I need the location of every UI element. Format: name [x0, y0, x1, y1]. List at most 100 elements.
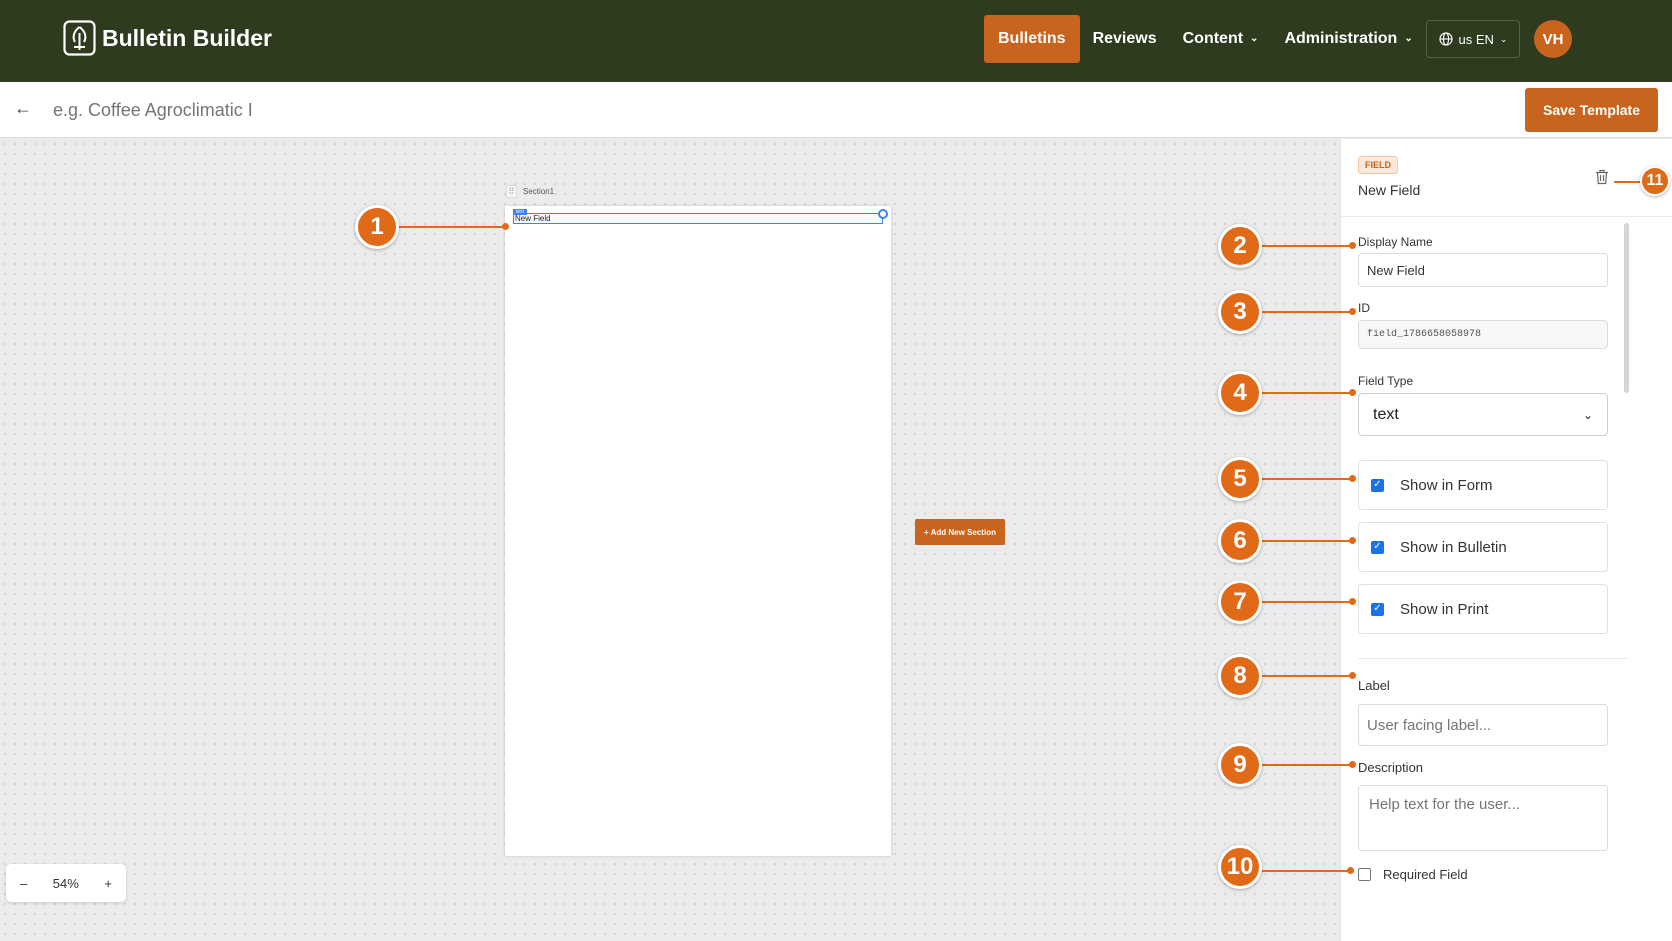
- nav-content-label: Content: [1182, 30, 1244, 47]
- show-in-print-option[interactable]: ✓ Show in Print: [1358, 584, 1608, 634]
- required-field-option[interactable]: Required Field: [1358, 867, 1468, 882]
- callout-9: 9: [1218, 743, 1262, 787]
- zoom-level: 54%: [52, 875, 79, 891]
- callout-10-line: [1262, 870, 1350, 872]
- id-field[interactable]: [1358, 320, 1608, 349]
- editor-toolbar: ← Save Template: [0, 82, 1672, 138]
- callout-1-line: [399, 226, 505, 228]
- template-name-input[interactable]: [53, 95, 553, 125]
- nav-reviews-label: Reviews: [1092, 30, 1157, 47]
- callout-1: 1: [355, 205, 399, 249]
- trash-icon[interactable]: [1595, 169, 1609, 185]
- display-name-field[interactable]: [1358, 253, 1608, 287]
- section-title: Section1: [523, 187, 555, 196]
- nav-bulletins[interactable]: Bulletins: [984, 15, 1080, 63]
- callout-3-number: 3: [1233, 298, 1247, 325]
- callout-9-dot: [1349, 761, 1356, 768]
- language-selector[interactable]: us EN ⌄: [1426, 20, 1520, 58]
- label-field[interactable]: [1358, 704, 1608, 746]
- field-type-label: Field Type: [1358, 374, 1414, 388]
- save-template-button[interactable]: Save Template: [1525, 88, 1658, 132]
- show-in-form-checkbox[interactable]: ✓: [1371, 478, 1384, 492]
- callout-7: 7: [1218, 580, 1262, 624]
- top-navbar: Bulletin Builder Bulletins Reviews Conte…: [0, 0, 1672, 82]
- main-nav: Bulletins Reviews Content ⌄ Administrati…: [984, 15, 1426, 63]
- callout-3-dot: [1349, 308, 1356, 315]
- callout-6-number: 6: [1233, 527, 1247, 554]
- field-properties-panel: FIELD New Field Display Name ID Field Ty…: [1340, 139, 1672, 941]
- selected-field[interactable]: text New Field: [513, 209, 888, 224]
- callout-9-number: 9: [1233, 751, 1247, 778]
- callout-5-line: [1262, 478, 1352, 480]
- field-type-value: text: [1373, 405, 1399, 423]
- callout-2-dot: [1349, 242, 1356, 249]
- bulletin-page[interactable]: text New Field: [505, 206, 891, 856]
- show-in-print-checkbox[interactable]: ✓: [1371, 602, 1384, 616]
- panel-scrollbar[interactable]: [1624, 223, 1629, 393]
- callout-10-number: 10: [1226, 853, 1254, 880]
- field-type-select[interactable]: text ⌄: [1358, 393, 1608, 436]
- callout-10-dot: [1347, 867, 1354, 874]
- show-in-bulletin-label: Show in Bulletin: [1400, 538, 1507, 556]
- show-in-bulletin-option[interactable]: ✓ Show in Bulletin: [1358, 522, 1608, 572]
- avatar[interactable]: VH: [1534, 20, 1572, 58]
- callout-5: 5: [1218, 457, 1262, 501]
- chevron-down-icon: ⌄: [1250, 33, 1259, 44]
- zoom-in-button[interactable]: +: [104, 876, 112, 891]
- chevron-down-icon: ⌄: [1404, 33, 1413, 44]
- callout-2: 2: [1218, 224, 1262, 268]
- callout-9-line: [1262, 764, 1352, 766]
- callout-8: 8: [1218, 654, 1262, 698]
- drag-handle-icon[interactable]: ⠿: [506, 185, 517, 198]
- callout-10: 10: [1218, 845, 1262, 889]
- id-label: ID: [1358, 301, 1370, 315]
- zoom-out-button[interactable]: –: [20, 876, 27, 891]
- section-header[interactable]: ⠿ Section1: [506, 185, 554, 198]
- avatar-initials: VH: [1542, 30, 1564, 48]
- callout-5-dot: [1349, 475, 1356, 482]
- app-title: Bulletin Builder: [102, 24, 272, 51]
- back-arrow-icon[interactable]: ←: [14, 98, 32, 119]
- panel-divider: [1341, 216, 1672, 217]
- brand[interactable]: Bulletin Builder: [63, 20, 272, 56]
- callout-11-line: [1614, 181, 1640, 183]
- callout-5-number: 5: [1233, 465, 1247, 492]
- required-field-checkbox[interactable]: [1358, 868, 1371, 881]
- callout-11: 11: [1640, 166, 1670, 196]
- callout-7-line: [1262, 601, 1352, 603]
- language-label: us EN: [1458, 31, 1494, 47]
- description-field[interactable]: [1358, 785, 1608, 851]
- nav-content[interactable]: Content ⌄: [1170, 15, 1272, 63]
- nav-administration[interactable]: Administration ⌄: [1271, 15, 1425, 63]
- callout-7-number: 7: [1233, 588, 1247, 615]
- callout-8-dot: [1349, 672, 1356, 679]
- element-type-badge: FIELD: [1358, 156, 1398, 174]
- callout-8-number: 8: [1233, 662, 1247, 689]
- app-logo-icon: [63, 20, 96, 56]
- zoom-control: – 54% +: [6, 864, 126, 902]
- callout-3: 3: [1218, 290, 1262, 334]
- resize-handle[interactable]: [878, 209, 888, 219]
- callout-1-dot: [502, 223, 509, 230]
- add-new-section-button[interactable]: + Add New Section: [915, 519, 1005, 545]
- callout-6-dot: [1349, 537, 1356, 544]
- callout-2-number: 2: [1233, 232, 1247, 259]
- callout-6-line: [1262, 540, 1352, 542]
- panel-title: New Field: [1358, 182, 1421, 198]
- nav-reviews[interactable]: Reviews: [1080, 15, 1170, 63]
- callout-3-line: [1262, 311, 1352, 313]
- callout-4-number: 4: [1233, 379, 1247, 406]
- callout-11-number: 11: [1646, 172, 1664, 189]
- callout-4-dot: [1349, 389, 1356, 396]
- builder-canvas[interactable]: ⠿ Section1 text New Field + Add New Sect…: [0, 139, 1340, 941]
- callout-8-line: [1262, 675, 1352, 677]
- show-in-form-label: Show in Form: [1400, 476, 1493, 494]
- show-in-print-label: Show in Print: [1400, 600, 1489, 618]
- show-in-form-option[interactable]: ✓ Show in Form: [1358, 460, 1608, 510]
- field-label: New Field: [515, 214, 551, 223]
- required-field-label: Required Field: [1383, 867, 1468, 882]
- callout-7-dot: [1349, 598, 1356, 605]
- label-label: Label: [1358, 678, 1390, 693]
- show-in-bulletin-checkbox[interactable]: ✓: [1371, 540, 1384, 554]
- callout-4-line: [1262, 392, 1352, 394]
